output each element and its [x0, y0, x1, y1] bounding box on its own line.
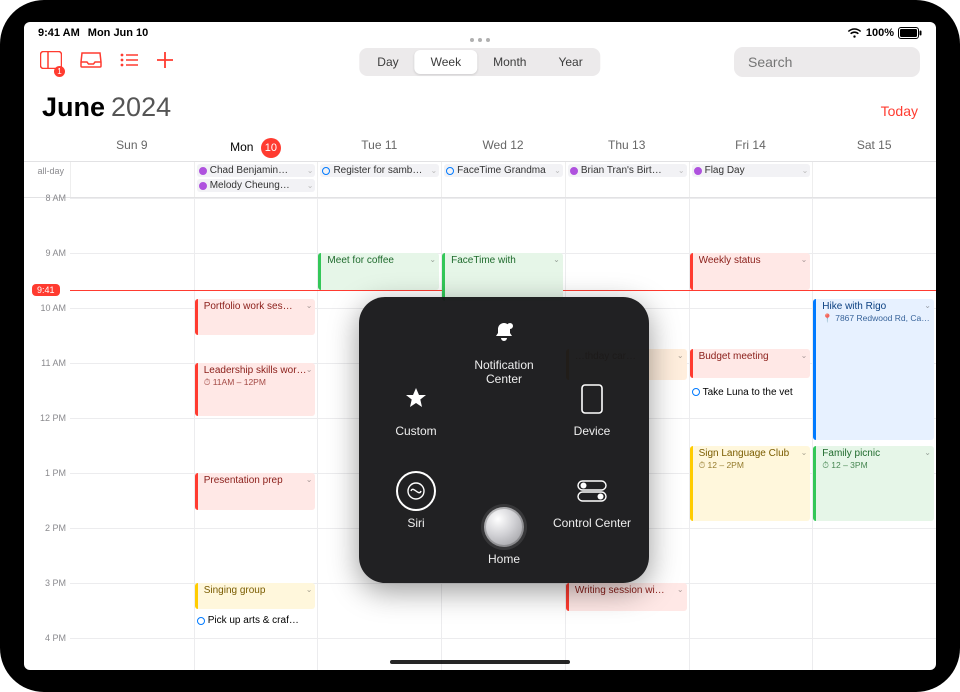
allday-event[interactable]: FaceTime Grandma⌄	[444, 164, 563, 177]
day-header[interactable]: Mon 10	[194, 138, 318, 161]
day-header[interactable]: Sun 9	[70, 138, 194, 161]
allday-event[interactable]: Register for samb…⌄	[320, 164, 439, 177]
wifi-icon	[847, 28, 862, 39]
hour-label: 3 PM	[45, 578, 66, 588]
month-header: June 2024 Today	[24, 82, 936, 127]
day-header[interactable]: Fri 14	[689, 138, 813, 161]
today-button[interactable]: Today	[881, 103, 918, 119]
allday-cell[interactable]	[70, 162, 194, 197]
home-button-icon	[484, 507, 524, 547]
now-time-pill: 9:41	[32, 284, 60, 296]
allday-cell[interactable]: FaceTime Grandma⌄	[441, 162, 565, 197]
calendar-event[interactable]: Singing group⌄	[195, 583, 316, 609]
calendar-event[interactable]: Family picnic⏱ 12 – 3PM⌄	[813, 446, 934, 521]
battery-icon	[898, 27, 922, 39]
hour-label: 12 PM	[40, 413, 66, 423]
allday-row: all-day Chad Benjamin…⌄ Melody Cheung…⌄ Re…	[24, 162, 936, 198]
day-header[interactable]: Thu 13	[565, 138, 689, 161]
toggles-icon	[572, 471, 612, 511]
allday-label: all-day	[24, 166, 70, 176]
inbox-icon[interactable]	[80, 52, 102, 73]
day-header[interactable]: Wed 12	[441, 138, 565, 161]
tab-month[interactable]: Month	[477, 50, 542, 74]
allday-cell[interactable]: Chad Benjamin…⌄ Melody Cheung…⌄	[194, 162, 318, 197]
search-field[interactable]	[734, 47, 920, 77]
calendar-sidebar-icon[interactable]: 1	[40, 51, 62, 74]
at-home[interactable]: Home	[459, 507, 549, 566]
hour-label: 1 PM	[45, 468, 66, 478]
allday-event[interactable]: Brian Tran's Birt…⌄	[568, 164, 687, 177]
assistive-touch-menu[interactable]: Notification Center Custom Device Siri C…	[359, 297, 649, 583]
tab-week[interactable]: Week	[415, 50, 477, 74]
calendar-event[interactable]: Leadership skills workshop⏱ 11AM – 12PM⌄	[195, 363, 316, 416]
calendar-event[interactable]: Pick up arts & craf…	[195, 613, 316, 636]
calendar-event[interactable]: Take Luna to the vet	[690, 385, 811, 408]
calendar-event[interactable]: Hike with Rigo📍 7867 Redwood Rd, Castro …	[813, 299, 934, 440]
allday-event[interactable]: Melody Cheung…⌄	[197, 179, 316, 192]
calendar-event[interactable]: Presentation prep⌄	[195, 473, 316, 510]
hour-label: 11 AM	[41, 358, 66, 368]
calendar-event[interactable]: FaceTime with⌄	[442, 253, 563, 301]
tab-year[interactable]: Year	[542, 50, 598, 74]
day-header[interactable]: Tue 11	[317, 138, 441, 161]
siri-icon	[396, 471, 436, 511]
calendar-event[interactable]: Portfolio work ses…⌄	[195, 299, 316, 336]
device-icon	[572, 379, 612, 419]
allday-cell[interactable]: Flag Day⌄	[689, 162, 813, 197]
at-custom[interactable]: Custom	[371, 379, 461, 438]
hour-label: 2 PM	[45, 523, 66, 533]
calendar-event[interactable]: Meet for coffee⌄	[318, 253, 439, 290]
list-icon[interactable]	[120, 53, 138, 72]
star-icon	[396, 379, 436, 419]
hour-label: 10 AM	[40, 303, 66, 313]
bell-icon	[484, 313, 524, 353]
month-name: June	[42, 92, 105, 123]
month-year: 2024	[111, 92, 171, 123]
allday-cell[interactable]: Brian Tran's Birt…⌄	[565, 162, 689, 197]
toolbar: 1 Day Week Month Year	[24, 42, 936, 82]
calendar-event[interactable]: Sign Language Club⏱ 12 – 2PM⌄	[690, 446, 811, 521]
hour-label: 4 PM	[45, 633, 66, 643]
allday-cell[interactable]: Register for samb…⌄	[317, 162, 441, 197]
hour-label: 8 AM	[45, 193, 66, 203]
status-bar: 9:41 AM Mon Jun 10 100%	[24, 22, 936, 42]
status-date: Mon Jun 10	[88, 27, 149, 39]
ipad-frame: 9:41 AM Mon Jun 10 100% 1	[0, 0, 960, 692]
battery-percent: 100%	[866, 27, 894, 39]
screen: 9:41 AM Mon Jun 10 100% 1	[24, 22, 936, 670]
add-event-icon[interactable]	[156, 51, 174, 74]
status-time: 9:41 AM	[38, 27, 80, 39]
day-header-row: Sun 9Mon 10Tue 11Wed 12Thu 13Fri 14Sat 1…	[24, 138, 936, 162]
view-segmented-control[interactable]: Day Week Month Year	[359, 48, 600, 76]
at-siri[interactable]: Siri	[371, 471, 461, 530]
at-device[interactable]: Device	[547, 379, 637, 438]
calendar-event[interactable]: Writing session wi…⌄	[566, 583, 687, 611]
allday-cell[interactable]	[812, 162, 936, 197]
tab-day[interactable]: Day	[361, 50, 414, 74]
hour-label: 9 AM	[45, 248, 66, 258]
home-indicator[interactable]	[390, 660, 570, 664]
allday-event[interactable]: Flag Day⌄	[692, 164, 811, 177]
calendar-event[interactable]: Weekly status⌄	[690, 253, 811, 290]
day-header[interactable]: Sat 15	[812, 138, 936, 161]
at-notification-center[interactable]: Notification Center	[459, 313, 549, 386]
calendar-event[interactable]: Budget meeting⌄	[690, 349, 811, 377]
at-control-center[interactable]: Control Center	[547, 471, 637, 530]
search-input[interactable]	[748, 54, 929, 70]
allday-event[interactable]: Chad Benjamin…⌄	[197, 164, 316, 177]
time-column: 8 AM9 AM10 AM11 AM12 PM1 PM2 PM3 PM4 PM	[24, 198, 70, 670]
